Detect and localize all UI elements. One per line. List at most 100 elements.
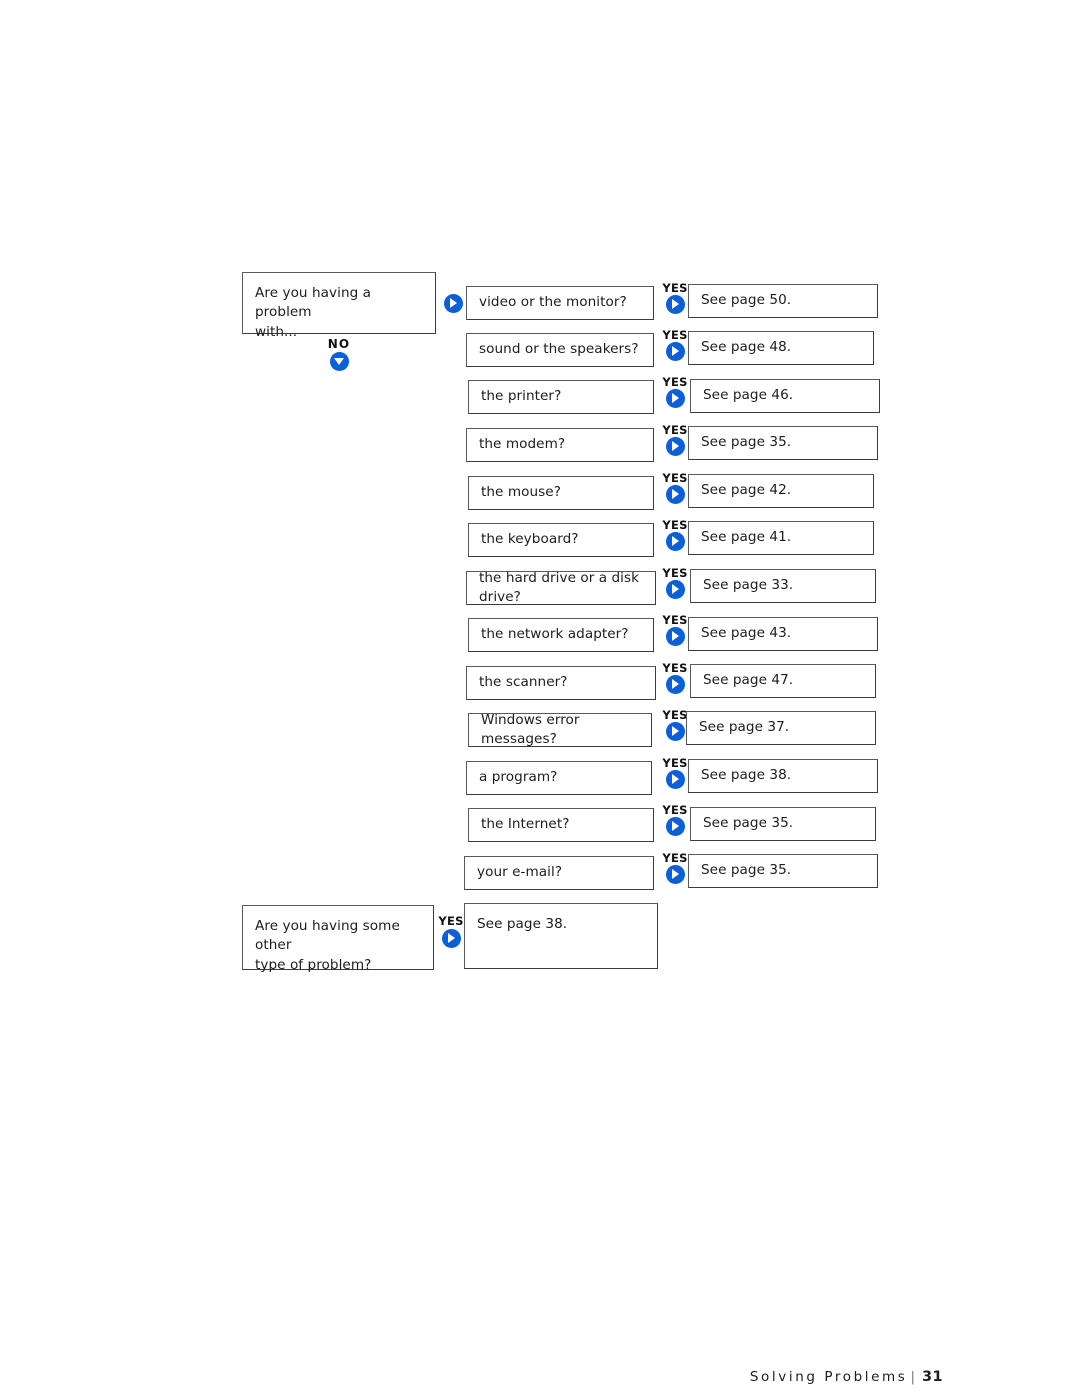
branch-question-box: the mouse? [468, 476, 654, 510]
no-branch-connector: NO [319, 338, 359, 371]
arrow-right-icon [665, 722, 685, 742]
branch-question-box: the Internet? [468, 808, 654, 842]
branch-result-text: See page 35. [703, 815, 794, 832]
branch-yes-connector: YES [658, 467, 692, 510]
branch-result-text: See page 46. [703, 387, 794, 404]
branch-question-text: the network adapter? [481, 626, 629, 643]
branch-question-text: the printer? [481, 388, 562, 405]
branch-result-box: See page 37. [686, 711, 876, 745]
no-branch-label: NO [327, 337, 351, 351]
branch-yes-connector: YES [658, 419, 692, 462]
start-question-box: Are you having a problem with... [242, 272, 436, 340]
branch-yes-connector: YES [658, 371, 692, 414]
branch-result-text: See page 33. [703, 577, 794, 594]
arrow-right-icon [665, 865, 685, 885]
branch-question-box: Windows error messages? [468, 711, 652, 747]
branch-question-text: the hard drive or a disk drive? [479, 569, 640, 605]
arrow-right-icon [665, 770, 685, 790]
arrow-right-icon [665, 817, 685, 837]
arrow-right-icon [443, 293, 463, 313]
branch-yes-label: YES [662, 565, 688, 580]
branch-result-text: See page 48. [701, 339, 792, 356]
branch-result-box: See page 42. [688, 474, 874, 508]
branch-yes-connector: YES [658, 277, 692, 320]
branch-result-text: See page 35. [701, 434, 792, 451]
branch-yes-label: YES [662, 517, 688, 532]
branch-result-box: See page 50. [688, 284, 878, 318]
arrow-right-icon [665, 295, 685, 315]
branch-yes-connector: YES [658, 847, 692, 890]
branch-yes-label: YES [662, 280, 688, 295]
branch-question-text: your e-mail? [477, 864, 563, 881]
branch-yes-label: YES [662, 327, 688, 342]
branch-result-text: See page 35. [701, 862, 792, 879]
branch-question-box: the modem? [466, 428, 654, 462]
branch-yes-label: YES [662, 707, 688, 722]
branch-question-box: the keyboard? [468, 523, 654, 557]
branch-question-box: your e-mail? [464, 856, 654, 890]
arrow-down-icon [329, 352, 349, 371]
arrow-right-icon [665, 389, 685, 409]
branch-question-text: the modem? [479, 436, 566, 453]
other-question-box: Are you having some other type of proble… [242, 905, 434, 973]
arrow-right-icon [441, 928, 461, 948]
footer-section-title: Solving Problems [749, 1369, 908, 1385]
branch-result-text: See page 38. [701, 767, 792, 784]
branch-yes-label: YES [662, 374, 688, 389]
branch-question-box: a program? [466, 761, 652, 795]
branch-result-text: See page 47. [703, 672, 794, 689]
branch-yes-connector: YES [658, 324, 692, 367]
other-question-line-1: Are you having some other [255, 918, 400, 954]
branch-question-box: sound or the speakers? [466, 333, 654, 367]
branch-question-text: the mouse? [481, 484, 561, 501]
branch-result-box: See page 43. [688, 617, 878, 651]
arrow-right-icon [665, 532, 685, 552]
branch-question-box: the scanner? [466, 666, 656, 700]
branch-result-text: See page 37. [699, 719, 790, 736]
branch-result-box: See page 35. [688, 426, 878, 460]
branch-result-text: See page 41. [701, 529, 792, 546]
branch-result-box: See page 35. [688, 854, 878, 888]
branch-yes-connector: YES [658, 514, 692, 557]
branch-result-box: See page 46. [690, 379, 880, 413]
branch-question-text: the Internet? [481, 816, 570, 833]
branch-result-text: See page 50. [701, 292, 792, 309]
branch-question-text: the scanner? [479, 674, 568, 691]
branch-question-text: sound or the speakers? [479, 341, 639, 358]
arrow-right-icon [665, 580, 685, 600]
other-yes-connector: YES [434, 916, 468, 948]
other-yes-label: YES [438, 914, 464, 929]
other-result-box: See page 38. [464, 903, 658, 969]
branch-yes-label: YES [662, 802, 688, 817]
branch-question-text: the keyboard? [481, 531, 579, 548]
branch-yes-label: YES [662, 422, 688, 437]
branch-result-text: See page 43. [701, 625, 792, 642]
footer-page-number: 31 [922, 1369, 943, 1385]
branch-yes-connector: YES [658, 657, 692, 700]
manual-page: Are you having a problem with... NO vide… [0, 0, 1080, 1397]
branch-yes-connector: YES [658, 562, 692, 605]
branch-result-box: See page 47. [690, 664, 876, 698]
branch-result-box: See page 35. [690, 807, 876, 841]
arrow-right-icon [665, 437, 685, 457]
branch-question-text: video or the monitor? [479, 294, 627, 311]
branch-yes-label: YES [662, 755, 688, 770]
branch-question-box: the printer? [468, 380, 654, 414]
branch-result-box: See page 41. [688, 521, 874, 555]
arrow-right-icon [665, 485, 685, 505]
branch-result-box: See page 33. [690, 569, 876, 603]
other-result-text: See page 38. [477, 916, 568, 932]
branch-question-text: a program? [479, 769, 558, 786]
arrow-right-icon [665, 627, 685, 647]
other-question-line-2: type of problem? [255, 956, 372, 973]
branch-yes-label: YES [662, 470, 688, 485]
arrow-right-icon [665, 342, 685, 362]
branch-question-box: video or the monitor? [466, 286, 654, 320]
branch-yes-label: YES [662, 850, 688, 865]
branch-question-box: the network adapter? [468, 618, 654, 652]
branch-question-text: Windows error messages? [481, 711, 580, 747]
start-question-line-1: Are you having a problem [255, 285, 372, 321]
start-to-branches-arrow [436, 288, 470, 318]
branch-yes-connector: YES [658, 609, 692, 652]
branch-result-text: See page 42. [701, 482, 792, 499]
